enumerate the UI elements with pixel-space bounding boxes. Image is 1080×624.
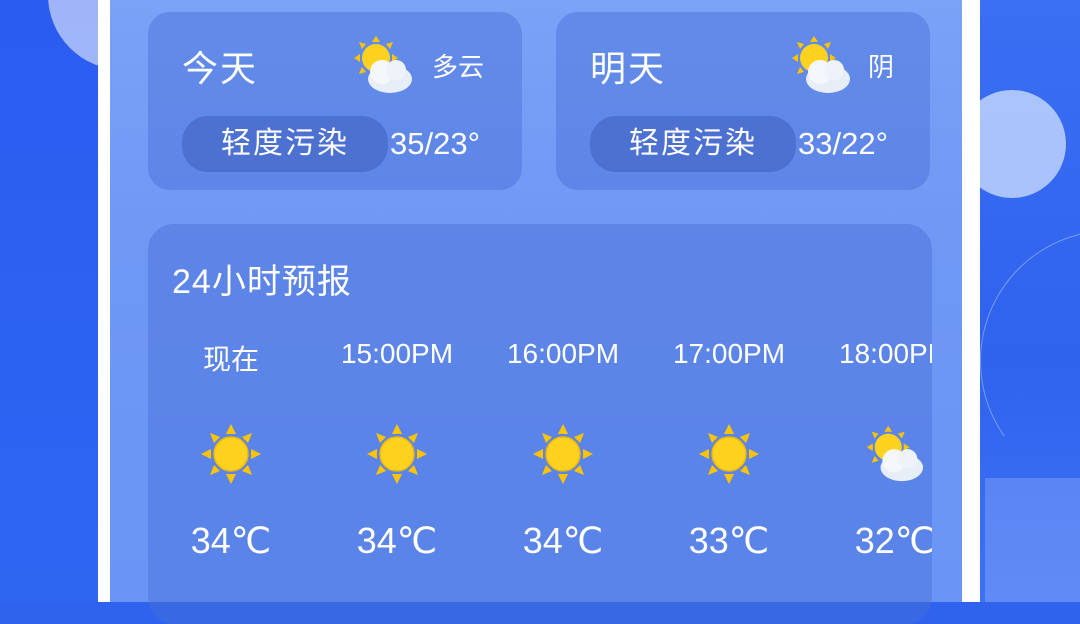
hour-item[interactable]: 15:00PM 34℃ (314, 334, 480, 574)
aqi-badge: 轻度污染 (182, 116, 388, 172)
sun-icon (699, 424, 759, 484)
hour-time: 16:00PM (506, 338, 620, 369)
hour-temp: 32℃ (854, 520, 932, 561)
hour-temp: 34℃ (190, 520, 272, 561)
sun-icon (201, 424, 261, 484)
hour-time: 现在 (202, 344, 259, 375)
background-left (0, 0, 100, 602)
sun-icon (533, 424, 593, 484)
hour-temp: 34℃ (356, 520, 438, 561)
hour-item[interactable]: 16:00PM 34℃ (480, 334, 646, 574)
hour-item[interactable]: 17:00PM 33℃ (646, 334, 812, 574)
hour-time: 18:00PM (838, 338, 932, 369)
aqi-badge: 轻度污染 (590, 116, 796, 172)
sun-icon (367, 424, 427, 484)
hourly-forecast-card[interactable]: 24小时预报 现在 34℃ 15:00PM 34℃ 16:00PM 34℃ 17… (148, 224, 932, 624)
temp-range: 35/23° (390, 126, 480, 161)
condition-text: 多云 (432, 52, 485, 82)
hour-temp: 34℃ (522, 520, 604, 561)
hourly-title: 24小时预报 (172, 263, 352, 301)
condition-text: 阴 (868, 52, 895, 82)
decor-block (985, 478, 1080, 602)
day-title: 明天 (590, 48, 667, 89)
hour-item[interactable]: 现在 34℃ (148, 334, 314, 574)
hour-time: 17:00PM (672, 338, 786, 369)
partly-cloudy-icon (354, 36, 412, 93)
hour-item[interactable]: 18:00PM 32℃ (812, 334, 932, 574)
partly-cloudy-icon (866, 425, 924, 482)
phone-frame: 今天 多云 轻度污染 35/23° 明天 阴 轻度污染 33/22° 24小时预… (98, 0, 980, 624)
partly-cloudy-icon (792, 36, 850, 93)
tomorrow-card[interactable]: 明天 阴 轻度污染 33/22° (556, 12, 930, 190)
temp-range: 33/22° (798, 126, 888, 161)
weather-screen: 今天 多云 轻度污染 35/23° 明天 阴 轻度污染 33/22° 24小时预… (110, 0, 962, 624)
hour-temp: 33℃ (688, 520, 770, 561)
day-title: 今天 (182, 48, 259, 89)
hour-time: 15:00PM (340, 338, 454, 369)
today-card[interactable]: 今天 多云 轻度污染 35/23° (148, 12, 522, 190)
